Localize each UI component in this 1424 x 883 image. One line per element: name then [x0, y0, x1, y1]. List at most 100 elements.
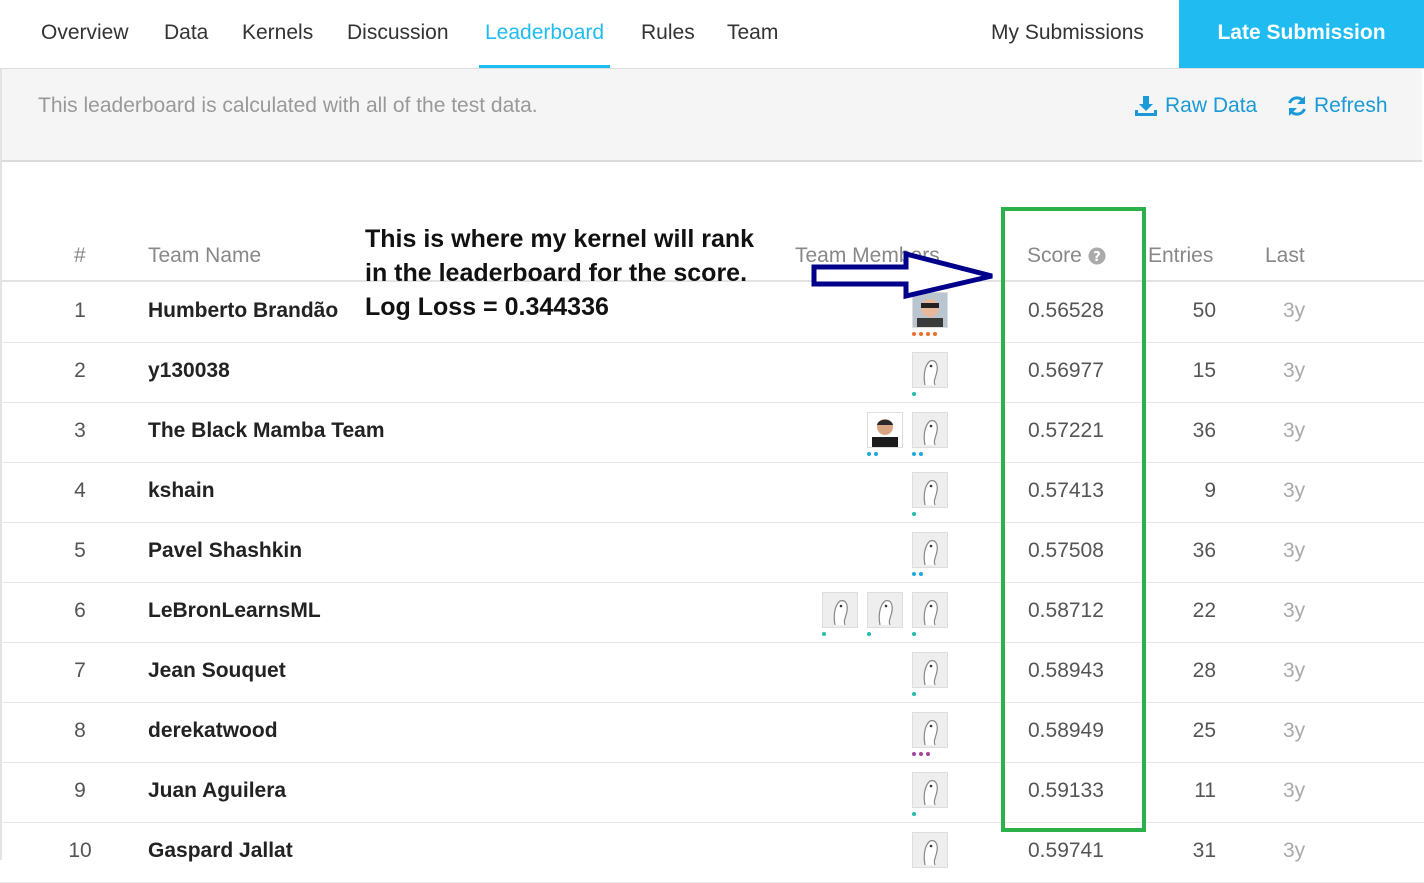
- member-tier-dots: [912, 452, 923, 457]
- team-name-cell[interactable]: Humberto Brandão: [148, 299, 338, 323]
- download-icon: [1135, 96, 1157, 116]
- entries-cell: 31: [1192, 839, 1216, 862]
- tab-discussion[interactable]: Discussion: [347, 0, 449, 68]
- default-avatar[interactable]: [912, 352, 948, 388]
- my-submissions-link[interactable]: My Submissions: [991, 0, 1144, 68]
- entries-cell: 9: [1204, 479, 1216, 502]
- default-avatar[interactable]: [912, 772, 948, 808]
- tab-data[interactable]: Data: [164, 0, 208, 68]
- arrow-right-icon: [811, 250, 993, 300]
- refresh-icon: [1288, 96, 1306, 116]
- member-tier-dots: [912, 812, 916, 817]
- team-name-cell[interactable]: y130038: [148, 359, 230, 383]
- last-header: Last: [1265, 244, 1305, 267]
- team-name-cell[interactable]: The Black Mamba Team: [148, 419, 385, 443]
- default-avatar[interactable]: [912, 712, 948, 748]
- last-cell: 3y: [1283, 599, 1306, 622]
- member-tier-dots: [912, 512, 916, 517]
- tab-rules[interactable]: Rules: [641, 0, 695, 68]
- last-cell: 3y: [1283, 719, 1306, 742]
- avatar[interactable]: [867, 412, 903, 448]
- annotation-line: Log Loss = 0.344336: [365, 293, 609, 321]
- entries-cell: 50: [1192, 299, 1216, 322]
- refresh-label: Refresh: [1314, 94, 1388, 117]
- table-row[interactable]: 3 The Black Mamba Team 0.57221 36 3y: [0, 402, 1424, 463]
- entries-cell: 25: [1192, 719, 1216, 742]
- rank-cell: 1: [74, 299, 86, 322]
- table-row[interactable]: 5 Pavel Shashkin 0.57508 36 3y: [0, 522, 1424, 583]
- entries-header: Entries: [1148, 244, 1214, 267]
- team-name-cell[interactable]: Juan Aguilera: [148, 779, 286, 803]
- annotation-line: in the leaderboard for the score.: [365, 259, 748, 287]
- table-row[interactable]: 4 kshain 0.57413 9 3y: [0, 462, 1424, 523]
- member-tier-dots: [912, 332, 937, 337]
- leaderboard-info-text: This leaderboard is calculated with all …: [38, 94, 538, 117]
- last-cell: 3y: [1283, 299, 1306, 322]
- rank-cell: 6: [74, 599, 86, 622]
- default-avatar[interactable]: [912, 832, 948, 868]
- rank-cell: 10: [68, 839, 92, 862]
- rank-cell: 5: [74, 539, 86, 562]
- entries-cell: 11: [1194, 779, 1216, 802]
- last-cell: 3y: [1283, 659, 1306, 682]
- last-cell: 3y: [1283, 779, 1306, 802]
- team-name-cell[interactable]: Jean Souquet: [148, 659, 286, 683]
- table-row[interactable]: 10 Gaspard Jallat 0.59741 31 3y: [0, 822, 1424, 883]
- default-avatar[interactable]: [912, 652, 948, 688]
- last-cell: 3y: [1283, 479, 1306, 502]
- member-tier-dots: [912, 392, 916, 397]
- leaderboard-info-bar: This leaderboard is calculated with all …: [2, 69, 1422, 162]
- rank-cell: 4: [74, 479, 86, 502]
- team-name-cell[interactable]: LeBronLearnsML: [148, 599, 321, 623]
- table-row[interactable]: 8 derekatwood 0.58949 25 3y: [0, 702, 1424, 763]
- rank-cell: 9: [74, 779, 86, 802]
- default-avatar[interactable]: [912, 592, 948, 628]
- default-avatar[interactable]: [867, 592, 903, 628]
- table-row[interactable]: 7 Jean Souquet 0.58943 28 3y: [0, 642, 1424, 703]
- member-tier-dots: [867, 632, 871, 637]
- table-row[interactable]: 2 y130038 0.56977 15 3y: [0, 342, 1424, 403]
- member-tier-dots: [912, 632, 916, 637]
- team-name-cell[interactable]: kshain: [148, 479, 215, 503]
- table-row[interactable]: 6 LeBronLearnsML 0.58712 22 3y: [0, 582, 1424, 643]
- member-tier-dots: [912, 752, 930, 757]
- last-cell: 3y: [1283, 419, 1306, 442]
- default-avatar[interactable]: [912, 412, 948, 448]
- member-tier-dots: [822, 632, 826, 637]
- tab-overview[interactable]: Overview: [41, 0, 129, 68]
- team-name-cell[interactable]: Gaspard Jallat: [148, 839, 293, 863]
- top-nav: Overview Data Kernels Discussion Leaderb…: [0, 0, 1424, 69]
- raw-data-link[interactable]: Raw Data: [1134, 94, 1257, 118]
- table-row[interactable]: 9 Juan Aguilera 0.59133 11 3y: [0, 762, 1424, 823]
- tab-leaderboard[interactable]: Leaderboard: [478, 0, 611, 68]
- entries-cell: 28: [1192, 659, 1216, 682]
- entries-cell: 36: [1192, 539, 1216, 562]
- rank-cell: 3: [74, 419, 86, 442]
- rank-cell: 8: [74, 719, 86, 742]
- last-cell: 3y: [1283, 839, 1306, 862]
- refresh-link[interactable]: Refresh: [1286, 94, 1388, 118]
- entries-cell: 15: [1192, 359, 1216, 382]
- tab-kernels[interactable]: Kernels: [242, 0, 313, 68]
- team-name-cell[interactable]: Pavel Shashkin: [148, 539, 302, 563]
- default-avatar[interactable]: [912, 472, 948, 508]
- entries-cell: 22: [1192, 599, 1216, 622]
- annotation-text: This is where my kernel will rank in the…: [365, 222, 754, 324]
- annotation-line: This is where my kernel will rank: [365, 225, 755, 253]
- last-cell: 3y: [1283, 359, 1306, 382]
- default-avatar[interactable]: [822, 592, 858, 628]
- late-submission-button[interactable]: Late Submission: [1179, 0, 1424, 68]
- raw-data-label: Raw Data: [1165, 94, 1258, 117]
- team-name-header[interactable]: Team Name: [148, 244, 261, 268]
- score-cell: 0.59741: [1028, 839, 1104, 862]
- rank-cell: 2: [74, 359, 86, 382]
- rank-header: #: [74, 244, 86, 267]
- default-avatar[interactable]: [912, 532, 948, 568]
- tab-team[interactable]: Team: [727, 0, 778, 68]
- member-tier-dots: [912, 572, 923, 577]
- team-name-cell[interactable]: derekatwood: [148, 719, 278, 743]
- member-tier-dots: [867, 452, 878, 457]
- entries-cell: 36: [1192, 419, 1216, 442]
- member-tier-dots: [912, 692, 916, 697]
- score-highlight-box: [1001, 207, 1146, 832]
